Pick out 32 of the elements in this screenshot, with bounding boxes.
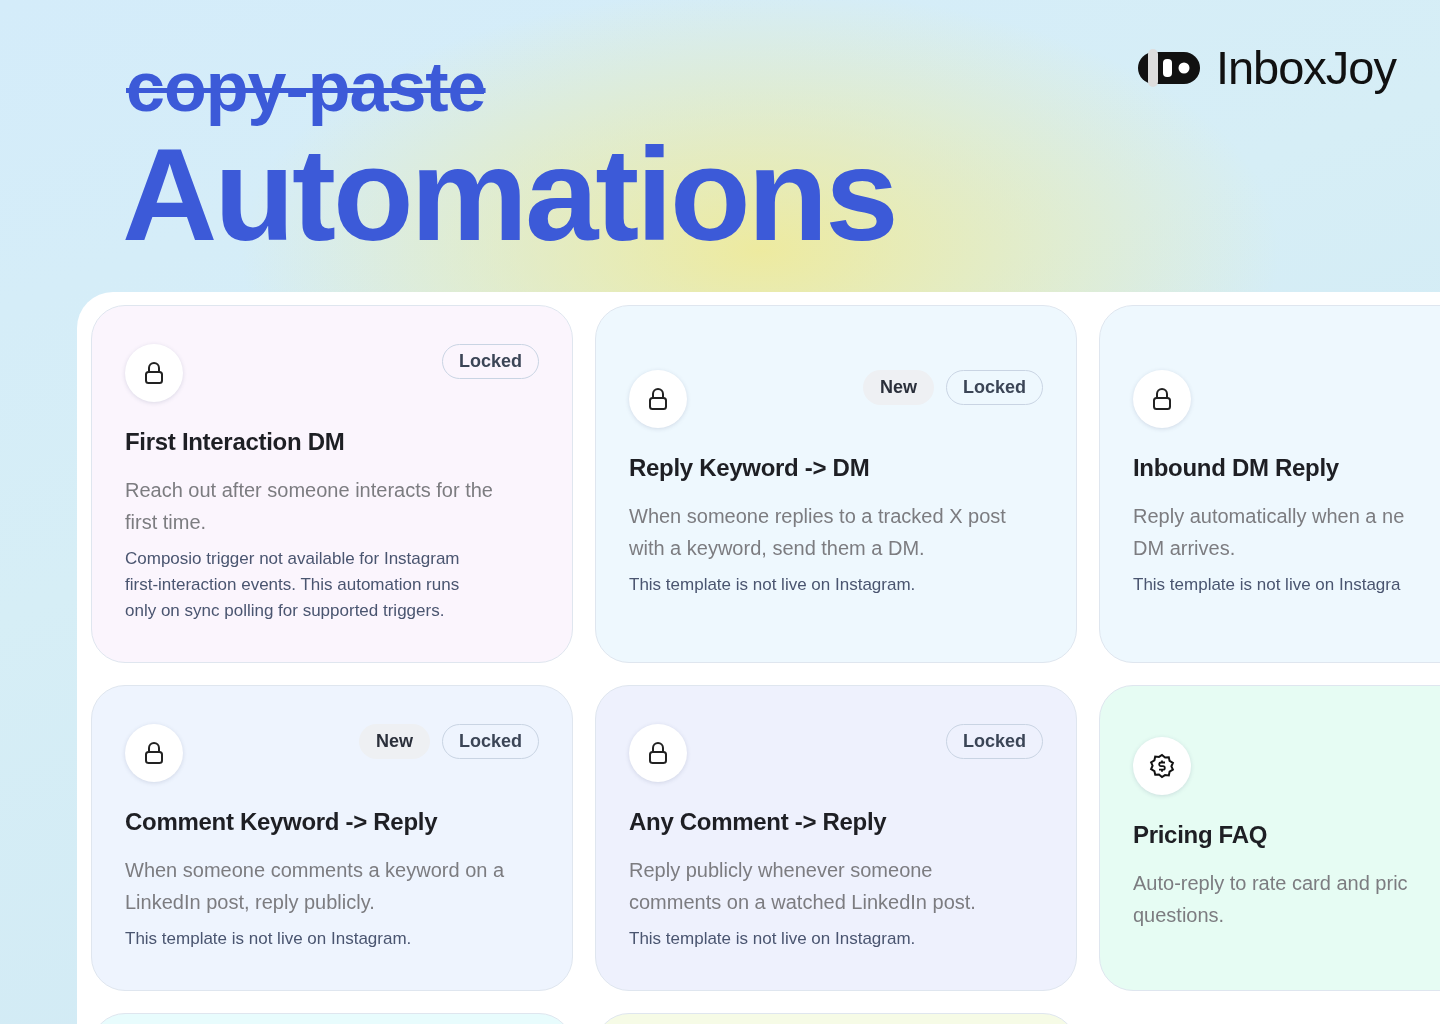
card-note: This template is not live on Instagram. xyxy=(125,928,413,950)
new-badge: New xyxy=(358,724,430,759)
lock-icon xyxy=(143,741,165,765)
card-title: Reply Keyword -> DM xyxy=(629,454,871,482)
card-description: Reply automatically when a ne DM arrives. xyxy=(1133,504,1406,561)
lock-icon xyxy=(1151,387,1173,411)
automation-card[interactable]: Pricing FAQ Auto-reply to rate card and pric questions. xyxy=(1099,685,1440,991)
logo-text: InboxJoy xyxy=(1215,40,1396,95)
automation-card[interactable]: Inbound DM Reply Reply automatically when a ne DM arrives. This template is not live on Instagra xyxy=(1099,305,1440,663)
card-title: Any Comment -> Reply xyxy=(629,808,888,836)
new-badge: New xyxy=(862,370,934,405)
automation-card[interactable]: New Locked Comment Keyword -> Reply When someone comments a keyword on a LinkedIn post, reply publicly. This template is not live on Instagram. xyxy=(91,685,573,991)
lock-icon xyxy=(143,361,165,385)
card-note: Composio trigger not available for Instagram first-interaction events. This automation runs only on sync polling for supported triggers. xyxy=(125,548,461,622)
card-description: Auto-reply to rate card and pric questions. xyxy=(1133,871,1409,928)
card-description: Reply publicly whenever someone comments on a watched LinkedIn post. xyxy=(629,858,977,915)
automation-card[interactable]: Locked Any Comment -> Reply Reply publicly whenever someone comments on a watched LinkedIn post. This template is not live on Instagram. xyxy=(595,685,1077,991)
card-description: When someone comments a keyword on a LinkedIn post, reply publicly. xyxy=(125,858,506,915)
card-title: Pricing FAQ xyxy=(1133,821,1269,849)
dollar-badge-icon xyxy=(1149,753,1175,779)
card-description: Reach out after someone interacts for the first time. xyxy=(125,478,494,535)
card-note: This template is not live on Instagra xyxy=(1133,574,1402,596)
automation-card[interactable] xyxy=(91,305,573,663)
card-title: Inbound DM Reply xyxy=(1133,454,1340,482)
lock-icon xyxy=(647,387,669,411)
card-note: This template is not live on Instagram. xyxy=(629,574,917,596)
card-title: Comment Keyword -> Reply xyxy=(125,808,439,836)
card-description: When someone replies to a tracked X post with a keyword, send them a DM. xyxy=(629,504,1007,561)
card-note: This template is not live on Instagram. xyxy=(629,928,917,950)
lock-icon xyxy=(647,741,669,765)
automation-card[interactable]: New Locked Reply Keyword -> DM When someone replies to a tracked X post with a keyword, send them a DM. This template is not live on Instagram. xyxy=(595,305,1077,663)
card-title: First Interaction DM xyxy=(125,428,346,456)
